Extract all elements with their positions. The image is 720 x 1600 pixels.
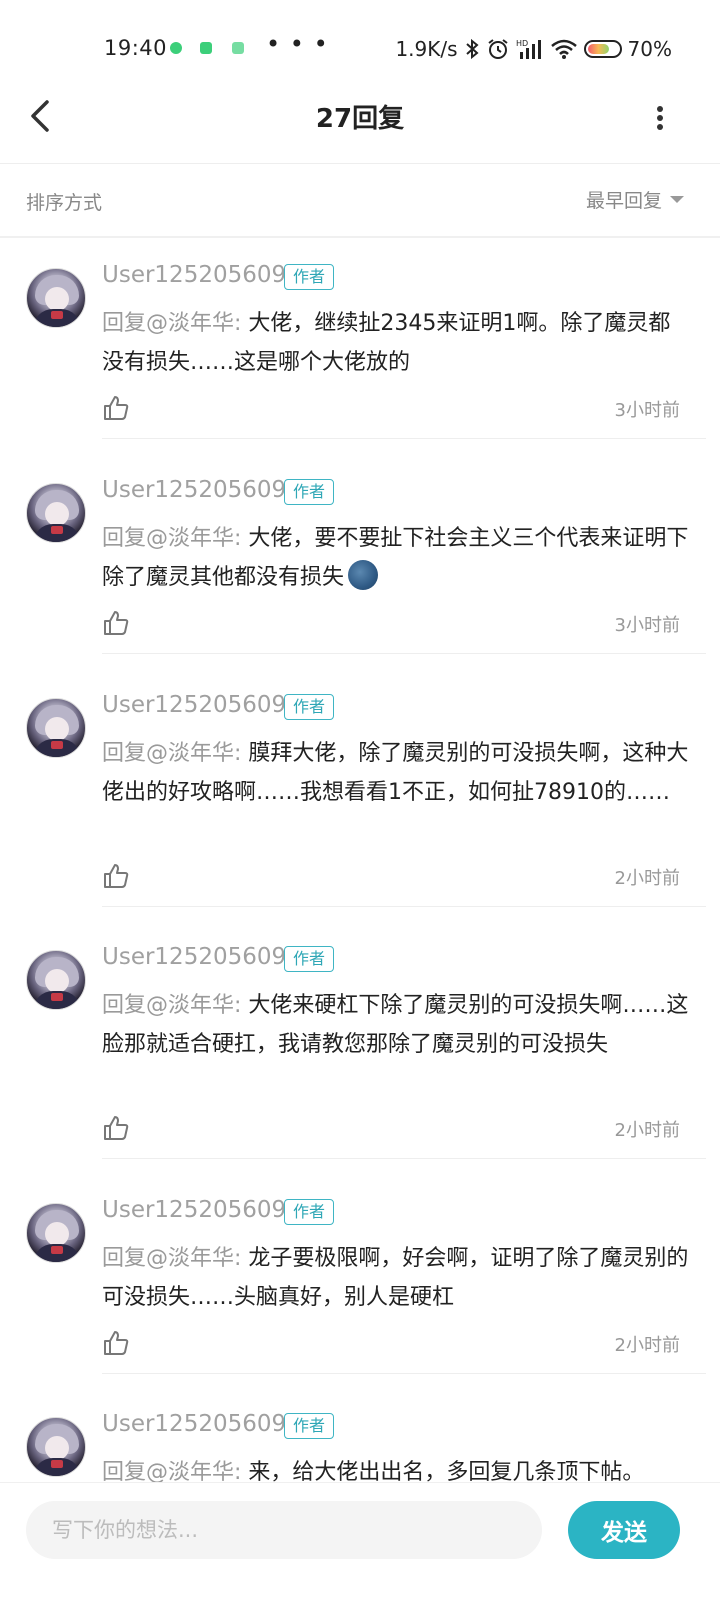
reply-item[interactable]: User125205609 作者 回复@淡年华: 膜拜大佬，除了魔灵别的可没损失… xyxy=(0,668,720,907)
avatar-face xyxy=(45,1222,69,1246)
reply-item[interactable]: User125205609 作者 回复@淡年华: 大佬，要不要扯下社会主义三个代… xyxy=(0,453,720,654)
battery-fill xyxy=(587,44,609,54)
reply-mention[interactable]: 回复@淡年华: xyxy=(102,311,248,336)
more-vertical-icon xyxy=(657,106,663,130)
message-notification-icon xyxy=(170,42,182,54)
status-time: 19:40 xyxy=(104,36,168,60)
caret-down-icon xyxy=(670,196,684,203)
reply-time: 2小时前 xyxy=(614,868,680,889)
reply-divider xyxy=(102,653,706,654)
moon-face-emoji-icon xyxy=(348,560,379,590)
net-speed: 1.9K/s xyxy=(395,37,458,61)
header-divider xyxy=(0,163,720,164)
reply-item[interactable]: User125205609 作者 回复@淡年华: 龙子要极限啊，好会啊，证明了除… xyxy=(0,1173,720,1374)
author-badge: 作者 xyxy=(284,479,335,505)
avatar-accent xyxy=(51,741,63,749)
reply-mention[interactable]: 回复@淡年华: xyxy=(102,741,248,766)
avatar-accent xyxy=(51,526,63,534)
avatar[interactable] xyxy=(26,483,86,543)
battery-percent: 70% xyxy=(627,37,672,61)
svg-text:HD: HD xyxy=(516,39,528,48)
avatar[interactable] xyxy=(26,698,86,758)
avatar[interactable] xyxy=(26,1417,86,1477)
avatar-accent xyxy=(51,1460,63,1468)
comment-input[interactable] xyxy=(26,1501,542,1559)
thumbs-up-icon[interactable] xyxy=(102,609,130,637)
reply-mention[interactable]: 回复@淡年华: xyxy=(102,526,248,551)
shield-notification-icon xyxy=(200,42,212,54)
username[interactable]: User125205609 xyxy=(102,944,286,970)
reply-text: 回复@淡年华: 龙子要极限啊，好会啊，证明了除了魔灵别的可没损失……头脑真好，别… xyxy=(102,1239,692,1317)
app-notification-icon xyxy=(232,42,244,54)
reply-text: 回复@淡年华: 大佬，继续扯2345来证明1啊。除了魔灵都没有损失……这是哪个大… xyxy=(102,304,692,382)
reply-time: 2小时前 xyxy=(614,1120,680,1141)
avatar-face xyxy=(45,1436,69,1460)
reply-item[interactable]: User125205609 作者 回复@淡年华: 大佬，继续扯2345来证明1啊… xyxy=(0,238,720,439)
reply-time: 3小时前 xyxy=(614,615,680,636)
username[interactable]: User125205609 xyxy=(102,477,286,503)
thumbs-up-icon[interactable] xyxy=(102,862,130,890)
sort-selected-value: 最早回复 xyxy=(585,190,662,212)
avatar-face xyxy=(45,969,69,993)
reply-text: 回复@淡年华: 大佬，要不要扯下社会主义三个代表来证明下除了魔灵其他都没有损失 xyxy=(102,519,692,597)
sort-bar: 排序方式 最早回复 xyxy=(0,166,720,236)
username[interactable]: User125205609 xyxy=(102,1197,286,1223)
thumbs-up-icon[interactable] xyxy=(102,1329,130,1357)
reply-time: 2小时前 xyxy=(614,1335,680,1356)
reply-divider xyxy=(102,1158,706,1159)
sort-label: 排序方式 xyxy=(26,192,103,214)
username[interactable]: User125205609 xyxy=(102,1411,286,1437)
username[interactable]: User125205609 xyxy=(102,262,286,288)
reply-mention[interactable]: 回复@淡年华: xyxy=(102,1246,248,1271)
author-badge: 作者 xyxy=(284,946,335,972)
reply-time: 3小时前 xyxy=(614,400,680,421)
wifi-icon xyxy=(550,39,577,59)
avatar[interactable] xyxy=(26,950,86,1010)
avatar-face xyxy=(45,717,69,741)
reply-item[interactable]: User125205609 作者 回复@淡年华: 大佬来硬杠下除了魔灵别的可没损… xyxy=(0,920,720,1159)
bluetooth-icon xyxy=(465,38,479,60)
reply-text: 回复@淡年华: 膜拜大佬，除了魔灵别的可没损失啊，这种大佬出的好攻略啊……我想看… xyxy=(102,734,692,812)
alarm-icon xyxy=(487,39,508,59)
app-bar: 27回复 xyxy=(0,76,720,164)
more-options-button[interactable] xyxy=(640,98,680,138)
author-badge: 作者 xyxy=(284,1199,335,1225)
avatar-accent xyxy=(51,1246,63,1254)
page-title: 27回复 xyxy=(315,104,405,134)
reply-item[interactable]: User125205609 作者 回复@淡年华: 来，给大佬出出名，多回复几条顶… xyxy=(0,1387,720,1487)
sort-dropdown[interactable]: 最早回复 xyxy=(586,186,684,213)
author-badge: 作者 xyxy=(284,264,335,290)
avatar-accent xyxy=(51,993,63,1001)
avatar[interactable] xyxy=(26,268,86,328)
thumbs-up-icon[interactable] xyxy=(102,1114,130,1142)
avatar-face xyxy=(45,287,69,311)
reply-divider xyxy=(102,438,706,439)
avatar[interactable] xyxy=(26,1203,86,1263)
reply-divider xyxy=(102,1373,706,1374)
more-notifications-icon: • • • xyxy=(266,30,329,58)
avatar-accent xyxy=(51,311,63,319)
status-right-group: 1.9K/s HD 70% xyxy=(395,36,672,62)
send-button[interactable]: 发送 xyxy=(568,1501,680,1559)
battery-icon xyxy=(583,40,622,58)
thumbs-up-icon[interactable] xyxy=(102,394,130,422)
signal-icon: HD xyxy=(516,39,541,59)
author-badge: 作者 xyxy=(284,1413,335,1439)
avatar-face xyxy=(45,502,69,526)
compose-bar: 发送 xyxy=(0,1482,720,1600)
reply-text: 回复@淡年华: 大佬来硬杠下除了魔灵别的可没损失啊……这脸那就适合硬扛，我请教您… xyxy=(102,986,692,1064)
username[interactable]: User125205609 xyxy=(102,692,286,718)
reply-divider xyxy=(102,906,706,907)
author-badge: 作者 xyxy=(284,694,335,720)
reply-mention[interactable]: 回复@淡年华: xyxy=(102,993,248,1018)
